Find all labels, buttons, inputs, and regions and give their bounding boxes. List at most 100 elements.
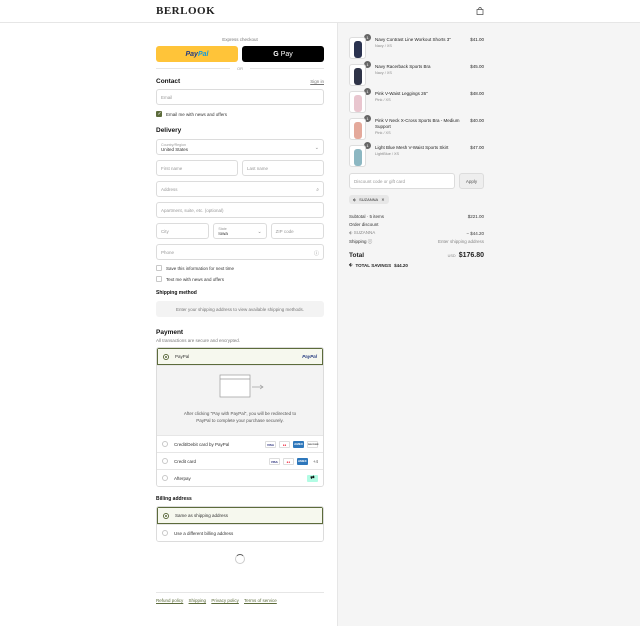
save-info-checkbox[interactable] — [156, 265, 162, 271]
product-variant: Pink / XS — [375, 131, 391, 135]
visa-logo: VISA — [265, 440, 276, 448]
payment-option-paypal[interactable]: PayPal PayPal — [157, 348, 323, 365]
country-value: United States — [161, 146, 189, 152]
product-thumbnail — [349, 145, 366, 167]
billing-same-label: Same as shipping address — [175, 513, 229, 518]
gpay-label: Pay — [280, 50, 293, 58]
shipping-method-placeholder: Enter your shipping address to view avai… — [156, 301, 324, 317]
remove-code-icon[interactable]: ✕ — [381, 197, 384, 202]
product-variant: Navy / XS — [375, 44, 392, 48]
tag-icon: ⬖ — [349, 262, 353, 267]
email-field[interactable]: Email — [156, 89, 324, 105]
phone-field[interactable]: Phone ⓘ — [156, 244, 324, 260]
afterpay-label: Afterpay — [174, 475, 191, 481]
express-checkout-label: Express checkout — [222, 37, 258, 42]
cart-item: Pink V Neck X-Cross Sports Bra - Medium … — [349, 118, 484, 145]
state-select[interactable]: State Iowa ⌄ — [213, 223, 267, 239]
save-info-label: Save this information for next time — [166, 265, 235, 271]
phone-placeholder: Phone — [161, 249, 175, 255]
cart-item: Pink V-Waist Leggings 26" Pink / XS $48.… — [349, 91, 484, 118]
shipping-value: Enter shipping address — [437, 239, 484, 245]
first-name-field[interactable]: First name — [156, 160, 238, 176]
billing-same-option[interactable]: Same as shipping address — [157, 507, 323, 524]
product-name: Pink V Neck X-Cross Sports Bra - Medium … — [375, 118, 460, 129]
discount-code-field[interactable]: Discount code or gift card — [349, 173, 455, 189]
apply-discount-button[interactable]: Apply — [459, 173, 484, 189]
loading-spinner — [156, 554, 324, 564]
contact-title: Contact — [156, 78, 181, 85]
paypal-radio[interactable] — [163, 353, 169, 360]
or-divider: OR — [156, 66, 324, 71]
billing-different-radio[interactable] — [162, 530, 168, 536]
store-logo[interactable]: BERLOOK — [156, 5, 215, 17]
card-paypal-radio[interactable] — [162, 441, 168, 447]
paypal-express-button[interactable]: Pay Pal — [156, 46, 238, 62]
payment-option-afterpay[interactable]: Afterpay ⇄ — [157, 469, 323, 486]
product-price: $41.00 — [470, 37, 484, 42]
mastercard-logo: ●● — [282, 457, 294, 465]
discount-code-label: SUZANNA — [353, 230, 376, 236]
billing-same-radio[interactable] — [163, 512, 169, 519]
first-name-placeholder: First name — [161, 165, 183, 171]
billing-different-label: Use a different billing address — [174, 530, 234, 536]
privacy-policy-link[interactable]: Privacy policy — [211, 598, 239, 603]
payment-option-credit-card[interactable]: Credit card VISA ●● AMEX +4 — [157, 452, 323, 469]
payment-options: PayPal PayPal After clicking "Pay with P… — [156, 347, 324, 487]
afterpay-radio[interactable] — [162, 475, 168, 481]
sign-in-link[interactable]: Sign in — [310, 79, 324, 84]
product-price: $47.00 — [470, 145, 484, 150]
city-placeholder: City — [161, 228, 169, 234]
shipping-row: Shipping ⓘ Enter shipping address — [349, 238, 484, 247]
apartment-field[interactable]: Apartment, suite, etc. (optional) — [156, 202, 324, 218]
text-news-checkbox[interactable] — [156, 276, 162, 282]
billing-different-option[interactable]: Use a different billing address — [157, 524, 323, 541]
address-field[interactable]: Address ⌕ — [156, 181, 324, 197]
subtotal-label: Subtotal · 5 items — [349, 213, 385, 219]
shopping-bag-icon[interactable] — [476, 7, 484, 15]
payment-title: Payment — [156, 329, 184, 336]
total-row: Total USD $176.80 — [349, 252, 484, 259]
cart-item: Light Blue Mesh V-Waist Sports Skirt Lig… — [349, 145, 484, 172]
terms-link[interactable]: Terms of service — [244, 598, 277, 603]
zip-field[interactable]: ZIP code — [270, 223, 324, 239]
email-news-checkbox[interactable] — [156, 111, 162, 117]
subtotal-value: $221.00 — [467, 213, 484, 219]
product-variant: LightBlue / XS — [375, 152, 400, 156]
help-circle-icon[interactable]: ⓘ — [314, 250, 319, 257]
savings-value: $44.20 — [394, 262, 408, 268]
billing-options: Same as shipping address Use a different… — [156, 506, 324, 542]
amex-logo: AMEX — [296, 457, 308, 465]
applied-code-text: SUZANNA — [359, 197, 379, 202]
order-discount-label: Order discount — [349, 222, 379, 228]
city-field[interactable]: City — [156, 223, 210, 239]
chevron-down-icon: ⌄ — [314, 145, 319, 151]
paypal-logo: PayPal — [302, 354, 317, 359]
visa-logo: VISA — [268, 457, 280, 465]
credit-card-radio[interactable] — [162, 458, 168, 464]
redirect-text-line1: After clicking "Pay with PayPal", you wi… — [183, 411, 297, 416]
savings-label: TOTAL SAVINGS — [355, 262, 392, 268]
country-select[interactable]: Country/Region United States ⌄ — [156, 139, 324, 155]
help-circle-icon[interactable]: ⓘ — [368, 239, 373, 244]
product-variant: Navy / XS — [375, 71, 392, 75]
apartment-placeholder: Apartment, suite, etc. (optional) — [161, 207, 224, 213]
cart-item: Navy Contrast Line Workout Shorts 3" Nav… — [349, 37, 484, 64]
order-discount-row: Order discount — [349, 221, 484, 230]
email-news-label: Email me with news and offers — [166, 111, 227, 117]
chevron-down-icon: ⌄ — [257, 229, 262, 235]
subtotal-row: Subtotal · 5 items $221.00 — [349, 212, 484, 221]
credit-card-label: Credit card — [174, 458, 197, 464]
delivery-title: Delivery — [156, 127, 182, 134]
google-g-icon: G — [273, 50, 279, 58]
footer-links: Refund policy Shipping Privacy policy Te… — [156, 592, 324, 603]
currency-code: USD — [447, 254, 456, 258]
refund-policy-link[interactable]: Refund policy — [156, 598, 183, 603]
last-name-field[interactable]: Last name — [242, 160, 324, 176]
product-price: $40.00 — [470, 118, 484, 123]
gpay-express-button[interactable]: G Pay — [242, 46, 324, 62]
state-value: Iowa — [218, 230, 228, 236]
payment-option-card-paypal[interactable]: Credit/Debit card by PayPal VISA ●● AMEX… — [157, 435, 323, 452]
applied-code-tag: ⬖ SUZANNA ✕ — [349, 195, 389, 204]
shipping-link[interactable]: Shipping — [189, 598, 207, 603]
amex-logo: AMEX — [293, 440, 304, 448]
